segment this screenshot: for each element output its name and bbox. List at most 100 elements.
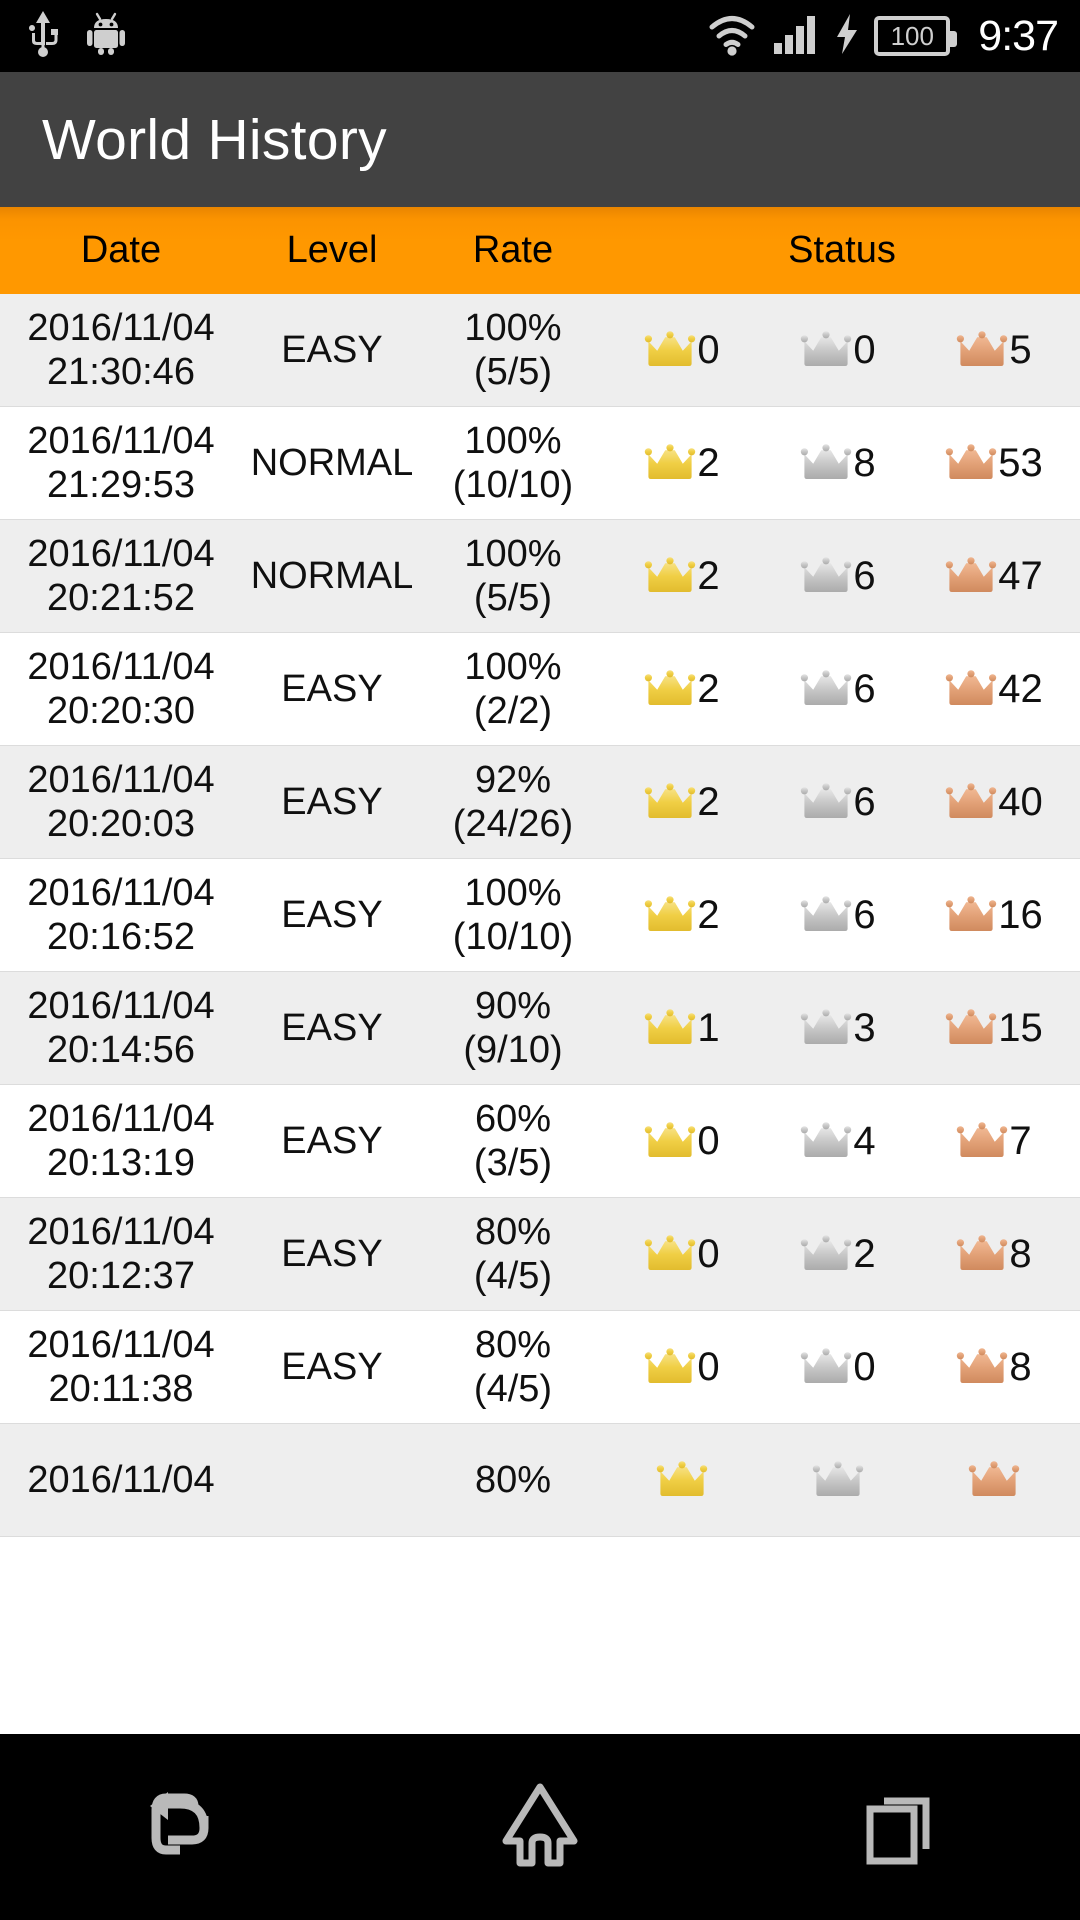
- cell-status: 1 3 15: [604, 1008, 1080, 1048]
- table-row[interactable]: 2016/11/04 20:14:56 EASY 90% (9/10) 1 3 15: [0, 972, 1080, 1085]
- row-date: 2016/11/04: [27, 1097, 215, 1140]
- row-level: EASY: [281, 1119, 383, 1162]
- cell-rate: 100% (5/5): [422, 532, 604, 621]
- gold-count: 0: [697, 1232, 720, 1276]
- status-bar-right-icons: 100 9:37: [706, 11, 1059, 61]
- silver-count: 6: [853, 667, 876, 711]
- silver-crown-icon: [800, 1347, 852, 1387]
- cell-status: [604, 1460, 1080, 1500]
- bronze-medal-stat: [919, 1460, 1069, 1500]
- table-row[interactable]: 2016/11/04 21:29:53 NORMAL 100% (10/10) 2 8 53: [0, 407, 1080, 520]
- gold-medal-stat: 2: [607, 782, 757, 822]
- row-level: EASY: [281, 328, 383, 371]
- row-date: 2016/11/04: [27, 984, 215, 1027]
- bronze-count: 7: [1009, 1119, 1032, 1163]
- bronze-count: 47: [998, 554, 1043, 598]
- row-time: 21:29:53: [47, 464, 195, 506]
- row-time: 20:13:19: [47, 1142, 195, 1184]
- table-row[interactable]: 2016/11/04 20:13:19 EASY 60% (3/5) 0 4 7: [0, 1085, 1080, 1198]
- recents-icon: [854, 1779, 946, 1876]
- row-date: 2016/11/04: [27, 532, 215, 575]
- charging-bolt-icon: [834, 12, 860, 61]
- gold-medal-stat: 2: [607, 443, 757, 483]
- row-rate-percent: 100%: [464, 306, 562, 349]
- gold-count: 2: [697, 441, 720, 485]
- cell-rate: 100% (10/10): [422, 419, 604, 508]
- table-row[interactable]: 2016/11/04 80%: [0, 1424, 1080, 1537]
- table-row[interactable]: 2016/11/04 20:20:03 EASY 92% (24/26) 2 6 40: [0, 746, 1080, 859]
- silver-medal-stat: 4: [763, 1121, 913, 1161]
- row-rate-percent: 90%: [474, 984, 552, 1027]
- back-button[interactable]: [70, 1734, 290, 1920]
- gold-crown-icon: [644, 1234, 696, 1274]
- gold-medal-stat: 2: [607, 669, 757, 709]
- cell-date: 2016/11/04 20:20:30: [0, 645, 242, 734]
- cell-rate: 90% (9/10): [422, 984, 604, 1073]
- bronze-count: 16: [998, 893, 1043, 937]
- recents-button[interactable]: [790, 1734, 1010, 1920]
- cell-status: 2 6 40: [604, 782, 1080, 822]
- table-row[interactable]: 2016/11/04 20:11:38 EASY 80% (4/5) 0 0 8: [0, 1311, 1080, 1424]
- cell-level: NORMAL: [242, 554, 422, 598]
- column-header-level[interactable]: Level: [242, 229, 422, 272]
- history-table-body[interactable]: 2016/11/04 21:30:46 EASY 100% (5/5) 0 0 5 2016/1…: [0, 294, 1080, 1537]
- gold-medal-stat: 0: [607, 1121, 757, 1161]
- row-level: EASY: [281, 1232, 383, 1275]
- home-icon: [494, 1779, 586, 1876]
- status-bar: 100 9:37: [0, 0, 1080, 72]
- gold-medal-stat: [607, 1460, 757, 1500]
- cell-level: EASY: [242, 1345, 422, 1389]
- cell-date: 2016/11/04 20:13:19: [0, 1097, 242, 1186]
- silver-crown-icon: [800, 895, 852, 935]
- cell-rate: 80% (4/5): [422, 1323, 604, 1412]
- bronze-count: 53: [998, 441, 1043, 485]
- column-header-status[interactable]: Status: [604, 229, 1080, 272]
- bronze-crown-icon: [956, 1121, 1008, 1161]
- silver-count: 6: [853, 893, 876, 937]
- row-date: 2016/11/04: [27, 645, 215, 688]
- row-rate-percent: 92%: [474, 758, 552, 801]
- table-row[interactable]: 2016/11/04 21:30:46 EASY 100% (5/5) 0 0 5: [0, 294, 1080, 407]
- bronze-medal-stat: 5: [919, 330, 1069, 370]
- silver-crown-icon: [800, 1234, 852, 1274]
- status-bar-clock: 9:37: [978, 11, 1059, 60]
- bronze-count: 15: [998, 1006, 1043, 1050]
- cell-rate: 60% (3/5): [422, 1097, 604, 1186]
- row-rate-fraction: (4/5): [473, 1368, 553, 1410]
- android-navigation-bar: [0, 1734, 1080, 1920]
- bronze-medal-stat: 53: [919, 443, 1069, 483]
- bronze-crown-icon: [945, 782, 997, 822]
- table-row[interactable]: 2016/11/04 20:16:52 EASY 100% (10/10) 2 6 16: [0, 859, 1080, 972]
- row-level: EASY: [281, 1006, 383, 1049]
- gold-crown-icon: [644, 895, 696, 935]
- gold-medal-stat: 0: [607, 1234, 757, 1274]
- battery-level-label: 100: [890, 21, 934, 51]
- table-row[interactable]: 2016/11/04 20:12:37 EASY 80% (4/5) 0 2 8: [0, 1198, 1080, 1311]
- row-date: 2016/11/04: [27, 419, 215, 462]
- table-row[interactable]: 2016/11/04 20:21:52 NORMAL 100% (5/5) 2 6 47: [0, 520, 1080, 633]
- bronze-crown-icon: [968, 1460, 1020, 1500]
- gold-count: 2: [697, 893, 720, 937]
- home-button[interactable]: [430, 1734, 650, 1920]
- column-header-date[interactable]: Date: [0, 229, 242, 272]
- bronze-count: 42: [998, 667, 1043, 711]
- row-time: 20:20:03: [47, 803, 195, 845]
- cell-status: 0 4 7: [604, 1121, 1080, 1161]
- column-header-rate[interactable]: Rate: [422, 229, 604, 272]
- silver-crown-icon: [800, 1121, 852, 1161]
- bronze-medal-stat: 8: [919, 1347, 1069, 1387]
- silver-medal-stat: 3: [763, 1008, 913, 1048]
- row-level: EASY: [281, 667, 383, 710]
- row-level: EASY: [281, 893, 383, 936]
- gold-medal-stat: 2: [607, 556, 757, 596]
- row-time: 20:11:38: [48, 1368, 194, 1410]
- row-rate-percent: 100%: [464, 645, 562, 688]
- table-row[interactable]: 2016/11/04 20:20:30 EASY 100% (2/2) 2 6 42: [0, 633, 1080, 746]
- cell-level: EASY: [242, 893, 422, 937]
- gold-count: 1: [697, 1006, 720, 1050]
- row-level: EASY: [281, 1345, 383, 1388]
- cell-status: 0 0 5: [604, 330, 1080, 370]
- row-rate-percent: 100%: [464, 419, 562, 462]
- bronze-crown-icon: [945, 443, 997, 483]
- row-time: 20:12:37: [47, 1255, 195, 1297]
